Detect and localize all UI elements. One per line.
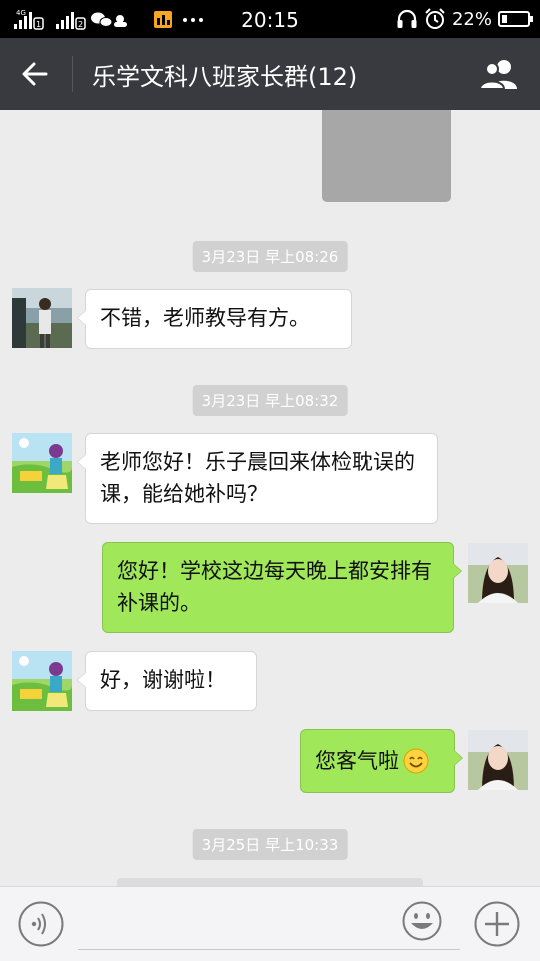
avatar-parent-2[interactable] bbox=[12, 651, 72, 711]
group-title: 乐学文科八班家长群(12) bbox=[92, 63, 358, 91]
back-arrow-icon[interactable] bbox=[18, 56, 56, 92]
timestamp: 3月25日 早上10:33 bbox=[192, 829, 348, 860]
avatar-photo bbox=[12, 288, 72, 348]
battery-icon bbox=[498, 11, 533, 27]
avatar-cartoon bbox=[12, 433, 72, 493]
avatar-self[interactable] bbox=[468, 730, 528, 790]
image-message[interactable] bbox=[322, 110, 451, 202]
timestamp: 3月23日 早上08:26 bbox=[192, 241, 348, 272]
incoming-message[interactable]: 老师您好！乐子晨回来体检耽误的课，能给她补吗？ bbox=[77, 433, 438, 524]
battery-fill bbox=[502, 15, 507, 23]
avatar-cartoon bbox=[12, 651, 72, 711]
header-divider bbox=[72, 56, 73, 92]
avatar-parent-2[interactable] bbox=[12, 433, 72, 493]
outgoing-message[interactable]: 您客气啦 bbox=[300, 729, 463, 793]
voice-icon[interactable] bbox=[18, 901, 64, 947]
outgoing-message[interactable]: 您好！学校这边每天晚上都安排有补课的。 bbox=[102, 542, 462, 633]
emoji-icon[interactable] bbox=[402, 901, 442, 941]
message-text: 您客气啦 bbox=[315, 749, 399, 773]
plus-icon[interactable] bbox=[474, 901, 520, 947]
incoming-message[interactable]: 不错，老师教导有方。 bbox=[77, 289, 352, 349]
avatar-self[interactable] bbox=[468, 543, 528, 603]
input-bar bbox=[0, 886, 540, 961]
group-members-icon[interactable] bbox=[478, 58, 520, 90]
chat-header: 乐学文科八班家长群(12) bbox=[0, 38, 540, 110]
headphones-icon bbox=[397, 9, 417, 28]
alarm-icon bbox=[425, 8, 445, 29]
battery-percent: 22% bbox=[451, 8, 492, 30]
avatar-photo bbox=[468, 730, 528, 790]
partial-message[interactable] bbox=[117, 878, 423, 886]
message-list[interactable]: 3月23日 早上08:26 不错，老师教导有方。 3月23日 早上08:32 老… bbox=[0, 110, 540, 886]
smile-emoji-icon bbox=[403, 748, 429, 774]
avatar-parent-1[interactable] bbox=[12, 288, 72, 348]
incoming-message[interactable]: 好，谢谢啦！ bbox=[77, 651, 257, 711]
status-right: 22% bbox=[396, 8, 533, 30]
avatar-photo bbox=[468, 543, 528, 603]
status-bar: 4G 1 2 20:15 22% bbox=[0, 0, 540, 38]
timestamp: 3月23日 早上08:32 bbox=[192, 385, 348, 416]
